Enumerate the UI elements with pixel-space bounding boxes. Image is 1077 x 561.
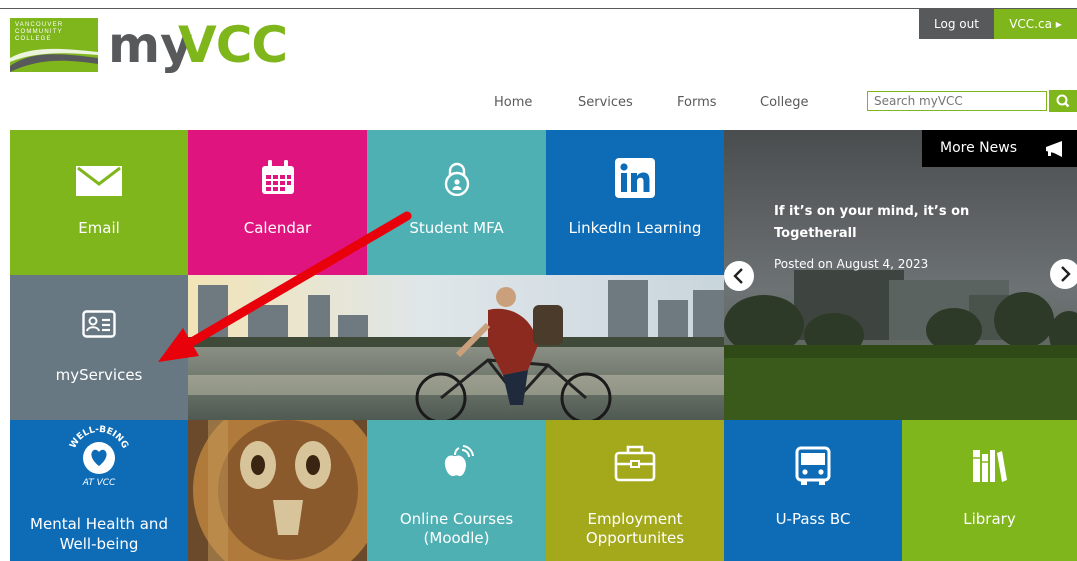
annotation-arrow [158,211,412,362]
